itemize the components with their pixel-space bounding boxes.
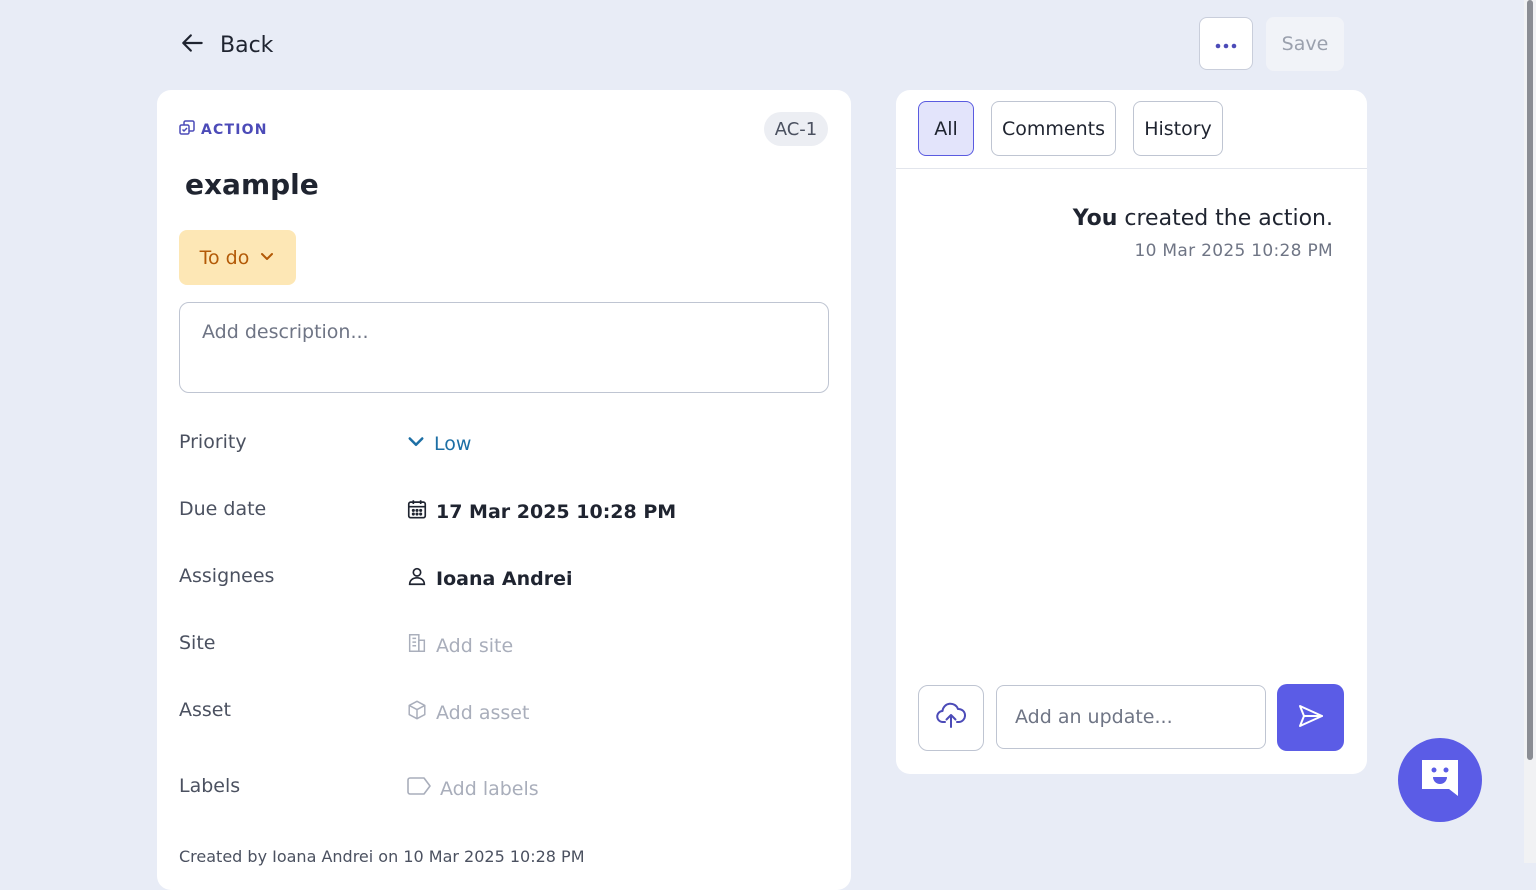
activity-actor: You [1072, 206, 1118, 231]
action-type-label: ACTION [201, 122, 268, 138]
site-label: Site [179, 632, 216, 654]
top-bar: Back Save [0, 0, 1536, 90]
building-icon [406, 632, 428, 659]
labels-placeholder: Add labels [440, 777, 539, 800]
chat-bot-icon [1418, 756, 1462, 804]
priority-label: Priority [179, 431, 247, 453]
action-details-card: ACTION AC-1 example To do Add descriptio… [157, 90, 851, 890]
page-scrollbar[interactable] [1524, 0, 1536, 863]
status-dropdown[interactable]: To do [179, 230, 296, 285]
due-date-label: Due date [179, 498, 267, 520]
back-button[interactable]: Back [180, 26, 273, 64]
chevron-down-icon [406, 431, 426, 456]
asset-placeholder: Add asset [436, 701, 530, 724]
tab-all[interactable]: All [918, 101, 974, 156]
status-label: To do [199, 246, 250, 269]
action-title[interactable]: example [185, 168, 319, 201]
cloud-upload-icon [936, 702, 966, 734]
labels-label: Labels [179, 775, 241, 797]
back-label: Back [220, 32, 274, 58]
activity-panel: All Comments History You created the act… [896, 90, 1367, 774]
more-options-button[interactable] [1199, 17, 1253, 70]
upload-button[interactable] [918, 685, 984, 751]
labels-selector[interactable]: Add labels [406, 775, 539, 802]
scrollbar-thumb[interactable] [1527, 0, 1533, 760]
action-icon [179, 120, 195, 140]
priority-selector[interactable]: Low [406, 431, 471, 456]
assignees-label: Assignees [179, 565, 275, 587]
activity-description: created the action. [1124, 206, 1333, 231]
send-icon [1297, 703, 1325, 733]
site-placeholder: Add site [436, 634, 514, 657]
activity-timestamp: 10 Mar 2025 10:28 PM [1134, 241, 1333, 261]
activity-entry: You created the action. 10 Mar 2025 10:2… [1073, 206, 1333, 261]
due-date-value: 17 Mar 2025 10:28 PM [436, 500, 677, 523]
action-type-tag: ACTION [179, 120, 268, 140]
ellipsis-icon [1215, 34, 1237, 53]
calendar-icon [406, 498, 428, 525]
tab-divider [896, 168, 1367, 169]
asset-selector[interactable]: Add asset [406, 699, 529, 726]
save-button[interactable]: Save [1266, 17, 1344, 71]
created-note: Created by Ioana Andrei on 10 Mar 2025 1… [179, 847, 585, 866]
tag-icon [406, 775, 432, 802]
cube-icon [406, 699, 428, 726]
chat-assistant-button[interactable] [1398, 738, 1482, 822]
arrow-left-icon [180, 30, 206, 60]
user-icon [406, 565, 428, 592]
priority-value: Low [434, 432, 472, 455]
description-input[interactable]: Add description... [179, 302, 829, 393]
action-id-badge: AC-1 [764, 112, 828, 146]
site-selector[interactable]: Add site [406, 632, 513, 659]
assignees-selector[interactable]: Ioana Andrei [406, 565, 573, 592]
update-input[interactable] [996, 685, 1266, 749]
send-button[interactable] [1277, 684, 1344, 751]
tab-history[interactable]: History [1133, 101, 1223, 156]
assignee-name: Ioana Andrei [436, 567, 573, 590]
asset-label: Asset [179, 699, 231, 721]
due-date-picker[interactable]: 17 Mar 2025 10:28 PM [406, 498, 676, 525]
chevron-down-icon [259, 247, 275, 269]
tab-comments[interactable]: Comments [991, 101, 1116, 156]
activity-text: You created the action. [1073, 206, 1333, 231]
